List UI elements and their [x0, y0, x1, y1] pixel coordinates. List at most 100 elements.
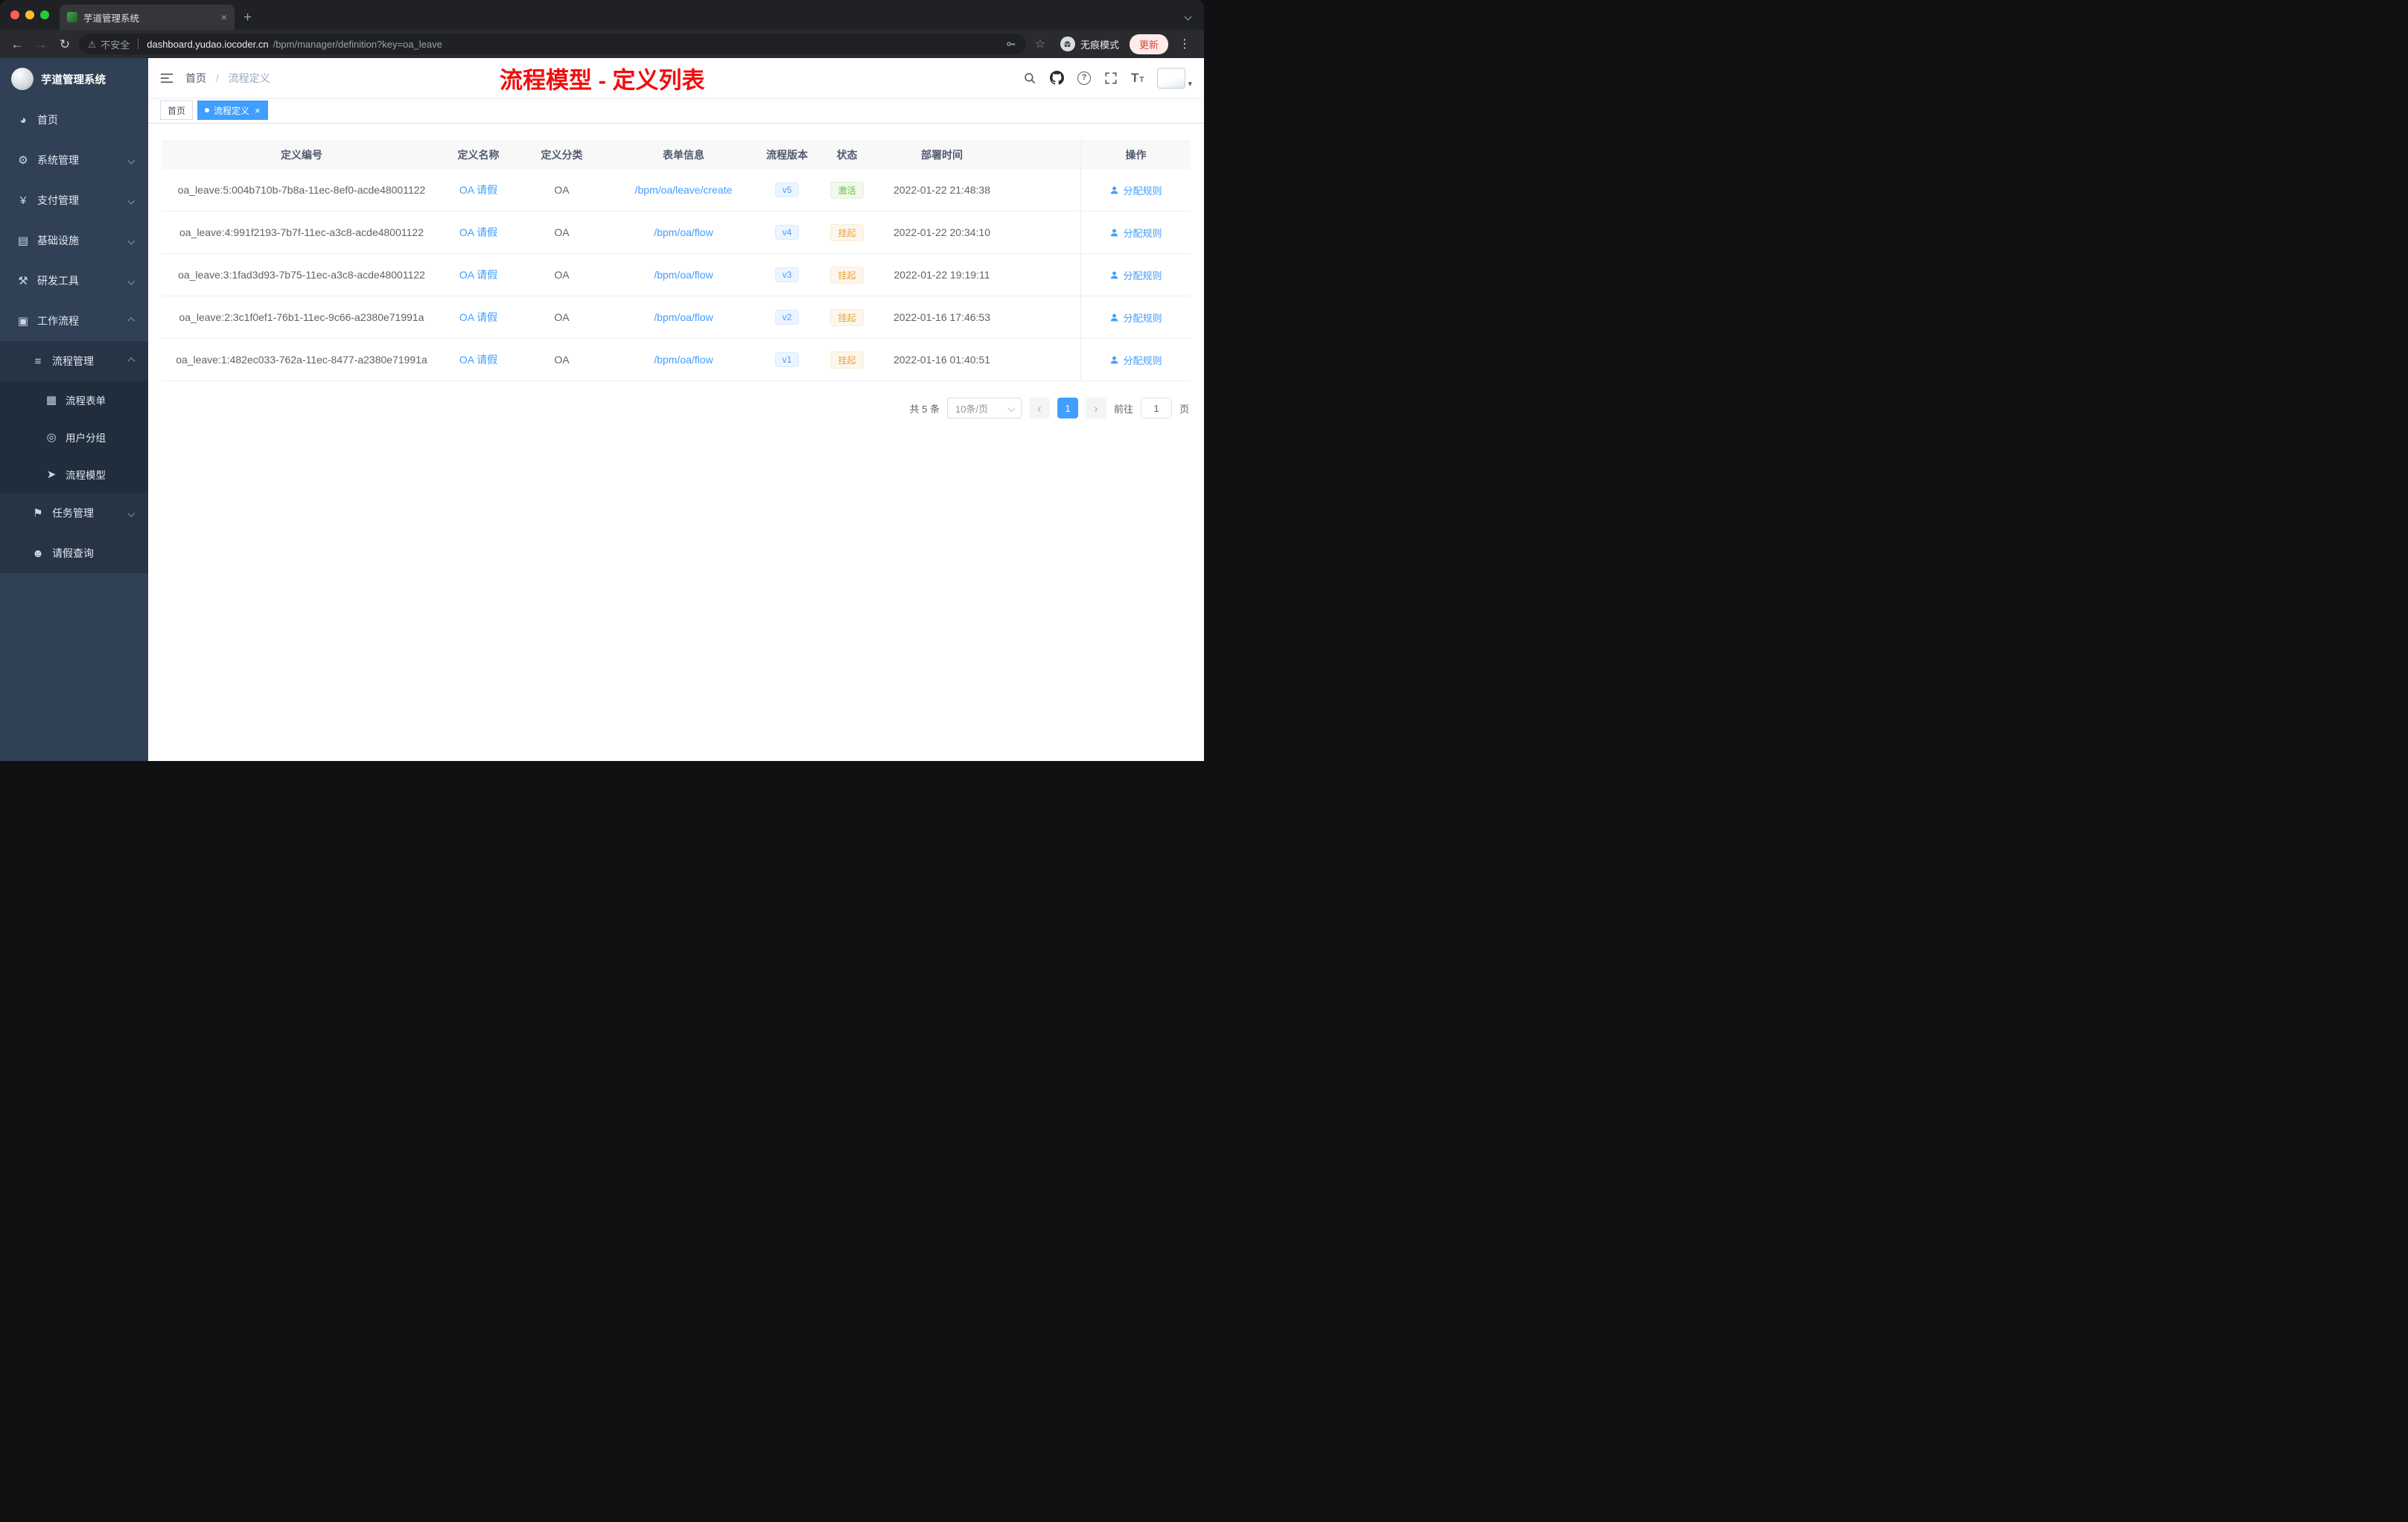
sidebar-item-process-manage[interactable]: ≡ 流程管理 [0, 341, 148, 381]
table-row: oa_leave:2:3c1f0ef1-76b1-11ec-9c66-a2380… [162, 296, 1191, 339]
github-icon[interactable] [1049, 71, 1064, 85]
user-avatar[interactable]: ▾ [1157, 67, 1192, 89]
form-info-link[interactable]: /bpm/oa/flow [654, 311, 713, 323]
bookmark-star-icon[interactable]: ☆ [1035, 36, 1045, 51]
update-button[interactable]: 更新 [1129, 34, 1168, 54]
sidebar-item-infrastructure[interactable]: ▤ 基础设施 [0, 220, 148, 261]
sidebar-item-user-group[interactable]: ◎ 用户分组 [0, 418, 148, 456]
breadcrumb-home[interactable]: 首页 [185, 72, 206, 84]
zoom-window-button[interactable] [40, 10, 49, 19]
page-size-select[interactable]: 10条/页 [946, 398, 1022, 418]
forward-button[interactable]: → [31, 38, 51, 51]
pagination-total: 共 5 条 [909, 403, 940, 415]
cell-version: v4 [759, 211, 815, 253]
sidebar-item-process-form[interactable]: ▦ 流程表单 [0, 381, 148, 418]
sidebar-item-label: 首页 [37, 114, 58, 126]
tag-label: 流程定义 [214, 105, 250, 116]
definition-name-link[interactable]: OA 请假 [459, 225, 497, 240]
help-icon[interactable]: ? [1077, 71, 1091, 85]
new-tab-button[interactable]: + [243, 10, 252, 25]
page-number-button[interactable]: 1 [1057, 398, 1078, 418]
kebab-menu-icon[interactable]: ⋮ [1173, 36, 1197, 51]
sidebar-item-label: 工作流程 [37, 315, 79, 327]
app-logo[interactable]: 芋道管理系统 [0, 58, 148, 100]
form-icon: ▦ [45, 394, 57, 407]
fullscreen-icon[interactable] [1104, 71, 1118, 85]
sidebar-item-payment[interactable]: ¥ 支付管理 [0, 180, 148, 220]
assign-rule-link[interactable]: 分配规则 [1109, 268, 1162, 282]
close-window-button[interactable] [10, 10, 19, 19]
sidebar-item-dev-tools[interactable]: ⚒ 研发工具 [0, 261, 148, 301]
tag-label: 首页 [168, 105, 186, 116]
logo-avatar [11, 68, 34, 90]
form-info-link[interactable]: /bpm/oa/flow [654, 354, 713, 366]
sidebar-item-task-manage[interactable]: ⚑ 任务管理 [0, 493, 148, 533]
browser-tab[interactable]: 芋道管理系统 × [60, 4, 235, 30]
goto-page-input[interactable] [1140, 398, 1172, 418]
user-icon [1111, 313, 1118, 321]
definition-name-link[interactable]: OA 请假 [459, 182, 497, 197]
version-tag: v5 [774, 182, 800, 197]
cell-definition-name: OA 请假 [442, 211, 515, 253]
tab-search-chevron-icon[interactable] [1184, 13, 1192, 21]
cell-form-info: /bpm/oa/flow [608, 211, 759, 253]
user-icon [1111, 356, 1118, 363]
user-icon [1111, 229, 1118, 236]
back-button[interactable]: ← [7, 38, 27, 51]
sidebar-item-workflow[interactable]: ▣ 工作流程 [0, 301, 148, 341]
hamburger-icon[interactable] [160, 72, 173, 84]
spacer-cell [1005, 296, 1080, 338]
chevron-down-icon [127, 277, 135, 284]
window-controls [0, 0, 60, 30]
security-label: 不安全 [101, 39, 130, 51]
caret-down-icon: ▾ [1188, 79, 1192, 89]
cell-category: OA [554, 226, 570, 238]
definition-name-link[interactable]: OA 请假 [459, 267, 497, 282]
definition-name-link[interactable]: OA 请假 [459, 352, 497, 367]
form-info-link[interactable]: /bpm/oa/leave/create [635, 184, 733, 196]
cell-form-info: /bpm/oa/flow [608, 339, 759, 380]
app-root: 芋道管理系统 ◕ 首页 ⚙ 系统管理 ¥ 支付管理 ▤ 基础设施 ⚒ 研发工具 ▣ 工作流程 ≡ 流程管理… [0, 58, 1204, 761]
cell-definition-id: oa_leave:3:1fad3d93-7b75-11ec-a3c8-acde4… [178, 269, 425, 281]
password-key-icon[interactable] [1005, 38, 1017, 50]
search-icon[interactable] [1023, 71, 1036, 85]
spacer-cell [1005, 169, 1080, 211]
tab-title: 芋道管理系统 [83, 13, 140, 24]
reload-button[interactable]: ↻ [55, 38, 74, 51]
tab-close-icon[interactable]: × [221, 11, 227, 23]
font-size-icon[interactable]: TT [1131, 71, 1144, 84]
address-bar[interactable]: ⚠ 不安全 dashboard.yudao.iocoder.cn /bpm/ma… [79, 34, 1026, 54]
page-header: 首页 / 流程定义 流程模型 - 定义列表 ? TT ▾ [148, 58, 1204, 98]
sidebar-item-home[interactable]: ◕ 首页 [0, 100, 148, 140]
version-tag: v1 [774, 352, 800, 367]
cell-version: v3 [759, 254, 815, 296]
tag-流程定义[interactable]: 流程定义 × [197, 101, 268, 120]
tag-首页[interactable]: 首页 [160, 101, 194, 120]
close-icon[interactable]: × [255, 105, 261, 116]
cell-definition-id: oa_leave:5:004b710b-7b8a-11ec-8ef0-acde4… [177, 184, 426, 196]
cell-deploy-time: 2022-01-22 19:19:11 [894, 269, 990, 281]
cell-version: v1 [759, 339, 815, 380]
cell-status: 挂起 [815, 211, 879, 253]
sidebar-item-leave-query[interactable]: ☻ 请假查询 [0, 533, 148, 573]
assign-rule-link[interactable]: 分配规则 [1109, 353, 1162, 367]
header-actions: ? TT ▾ [1023, 67, 1192, 89]
next-page-button[interactable]: › [1085, 398, 1106, 418]
cell-definition-name: OA 请假 [442, 254, 515, 296]
assign-rule-label: 分配规则 [1123, 227, 1162, 239]
assign-rule-link[interactable]: 分配规则 [1109, 226, 1162, 240]
assign-rule-link[interactable]: 分配规则 [1109, 183, 1162, 197]
column-header-actions: 操作 [1080, 140, 1191, 169]
minimize-window-button[interactable] [25, 10, 34, 19]
prev-page-button[interactable]: ‹ [1028, 398, 1050, 418]
assign-rule-link[interactable]: 分配规则 [1109, 311, 1162, 325]
sidebar-item-system[interactable]: ⚙ 系统管理 [0, 140, 148, 180]
cell-definition-name: OA 请假 [442, 339, 515, 380]
sidebar-item-process-model[interactable]: ➤ 流程模型 [0, 456, 148, 493]
task-icon: ⚑ [33, 507, 43, 520]
column-header-form-info: 表单信息 [663, 148, 704, 161]
form-info-link[interactable]: /bpm/oa/flow [654, 226, 713, 238]
goto-label: 前往 [1113, 403, 1133, 415]
form-info-link[interactable]: /bpm/oa/flow [654, 269, 713, 281]
definition-name-link[interactable]: OA 请假 [459, 310, 497, 325]
